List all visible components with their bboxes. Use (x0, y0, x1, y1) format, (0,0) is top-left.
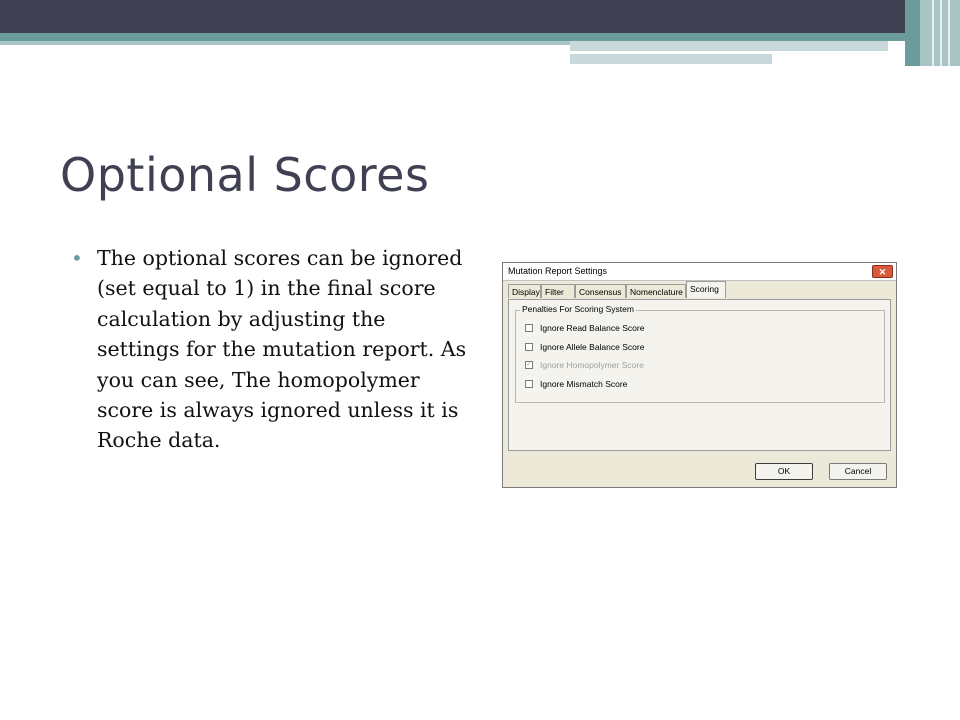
corner-stripe (948, 0, 950, 66)
dialog-title-bar: Mutation Report Settings ✕ (503, 263, 896, 281)
option-label: Ignore Homopolymer Score (540, 360, 644, 370)
tab-display[interactable]: Display (508, 284, 541, 298)
checkbox-icon[interactable] (525, 380, 533, 388)
checkbox-checked-icon: ✓ (525, 361, 533, 369)
corner-stripe (932, 0, 934, 66)
cancel-button[interactable]: Cancel (829, 463, 887, 480)
header-band (0, 0, 960, 33)
header-accent-block-lower (570, 54, 772, 64)
penalties-group: Penalties For Scoring System Ignore Read… (515, 304, 885, 403)
scoring-panel: Penalties For Scoring System Ignore Read… (508, 299, 891, 451)
header-accent-block (570, 41, 888, 51)
option-label: Ignore Allele Balance Score (540, 342, 645, 352)
corner-stripe (940, 0, 942, 66)
mutation-report-settings-dialog: Mutation Report Settings ✕ Display Filte… (502, 262, 897, 488)
tab-nomenclature[interactable]: Nomenclature (626, 284, 686, 298)
dialog-title: Mutation Report Settings (508, 266, 608, 276)
bullet-text: The optional scores can be ignored (set … (97, 246, 467, 453)
checkbox-icon[interactable] (525, 324, 533, 332)
bullet-icon: • (71, 246, 83, 270)
close-icon[interactable]: ✕ (872, 265, 893, 278)
ok-button[interactable]: OK (755, 463, 813, 480)
tab-filter[interactable]: Filter (541, 284, 575, 298)
tab-scoring[interactable]: Scoring (686, 281, 726, 298)
tab-consensus[interactable]: Consensus (575, 284, 626, 298)
header-accent-stripe (0, 33, 960, 41)
header-accent-stripe-light (0, 41, 570, 45)
group-label: Penalties For Scoring System (520, 304, 636, 314)
option-label: Ignore Mismatch Score (540, 379, 628, 389)
slide-title: Optional Scores (60, 148, 430, 202)
checkbox-icon[interactable] (525, 343, 533, 351)
option-label: Ignore Read Balance Score (540, 323, 645, 333)
